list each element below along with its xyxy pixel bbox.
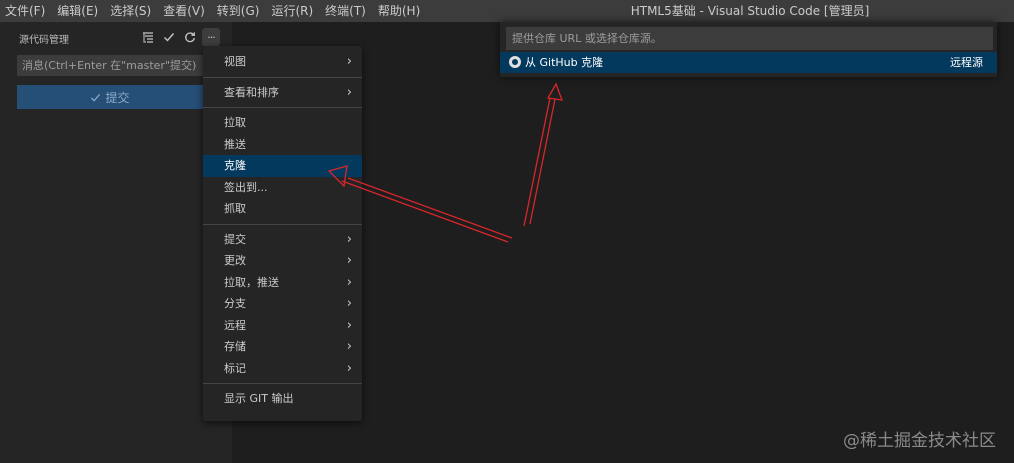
menu-item-label: 抓取 [224,202,246,215]
menu-item-label: 推送 [224,137,246,151]
chevron-right-icon: › [346,54,352,69]
quick-pick-item-clone-from-github[interactable]: 从 GitHub 克隆 远程源 [500,52,997,73]
menu-go[interactable]: 转到(G) [211,0,266,22]
commit-message-input[interactable]: 消息(Ctrl+Enter 在"master"提交) [17,55,203,76]
menu-item-label: 拉取，推送 [224,275,279,289]
menu-terminal[interactable]: 终端(T) [319,0,372,22]
menu-edit[interactable]: 编辑(E) [51,0,104,22]
chevron-right-icon: › [346,253,352,268]
clone-quick-pick: 提供仓库 URL 或选择仓库源。 从 GitHub 克隆 远程源 [500,22,997,77]
menu-item-view[interactable]: 视图 › [203,51,362,73]
more-actions-menu: 视图 › 查看和排序 › 拉取 推送 克隆 签出到... 抓取 提交 › 更改 … [203,46,362,421]
watermark: @稀土掘金技术社区 [843,431,996,451]
menu-separator [203,107,362,108]
menu-item-branch[interactable]: 分支 › [203,293,362,315]
menu-item-label: 拉取 [224,116,246,129]
menu-file[interactable]: 文件(F) [0,0,51,22]
chevron-right-icon: › [346,296,352,311]
commit-button[interactable]: 提交 [17,85,203,109]
menu-bar: 文件(F) 编辑(E) 选择(S) 查看(V) 转到(G) 运行(R) 终端(T… [0,0,426,22]
check-icon [91,93,101,102]
menu-item-label: 提交 [224,232,246,246]
github-icon [509,56,521,68]
menu-item-label: 视图 [224,55,246,68]
menu-item-label: 分支 [224,297,246,310]
menu-item-label: 更改 [224,254,246,267]
menu-item-view-sort[interactable]: 查看和排序 › [203,82,362,104]
chevron-right-icon: › [346,84,352,100]
chevron-right-icon: › [346,339,352,354]
menu-item-tags[interactable]: 标记 › [203,358,362,380]
menu-item-label: 存储 [224,340,246,353]
menu-item-stash[interactable]: 存储 › [203,336,362,358]
window-title: HTML5基础 - Visual Studio Code [管理员] [630,4,870,18]
chevron-right-icon: › [346,360,352,376]
menu-item-checkout[interactable]: 签出到... [203,177,362,199]
menu-item-label: 标记 [224,361,246,375]
menu-item-pull-push[interactable]: 拉取，推送 › [203,272,362,294]
menu-separator [203,223,362,225]
menu-item-label: 克隆 [224,159,246,172]
ellipsis-glyph: ··· [207,30,215,44]
repository-url-input[interactable]: 提供仓库 URL 或选择仓库源。 [506,27,993,50]
menu-item-label: 查看和排序 [224,85,279,99]
menu-item-show-git-output[interactable]: 显示 GIT 输出 [203,388,362,410]
source-control-sidebar: 源代码管理 ··· 消息(Ctrl+Enter 在"master"提交) 提交 [0,22,232,463]
title-bar: 文件(F) 编辑(E) 选择(S) 查看(V) 转到(G) 运行(R) 终端(T… [0,0,1014,22]
menu-selection[interactable]: 选择(S) [104,0,157,22]
ellipsis-icon[interactable]: ··· [202,28,220,46]
list-tree-icon[interactable] [139,28,157,46]
menu-item-label: 签出到... [224,180,268,194]
check-icon[interactable] [160,28,178,46]
refresh-icon[interactable] [181,28,199,46]
menu-item-remote[interactable]: 远程 › [203,315,362,337]
menu-item-clone[interactable]: 克隆 [203,155,362,177]
menu-item-push[interactable]: 推送 [203,134,362,156]
menu-separator [203,383,362,384]
chevron-right-icon: › [346,274,352,290]
menu-item-changes[interactable]: 更改 › [203,250,362,272]
annotation-arrow-to-github-item [523,82,563,227]
menu-item-commit[interactable]: 提交 › [203,229,362,251]
menu-item-label: 显示 GIT 输出 [224,392,294,405]
menu-item-fetch[interactable]: 抓取 [203,198,362,220]
menu-view[interactable]: 查看(V) [157,0,211,22]
sidebar-title: 源代码管理 [19,35,69,46]
menu-separator [203,76,362,78]
menu-item-label: 远程 [224,318,246,332]
chevron-right-icon: › [346,231,352,247]
menu-help[interactable]: 帮助(H) [372,0,426,22]
chevron-right-icon: › [346,317,352,333]
quick-pick-item-label: 从 GitHub 克隆 [525,56,604,69]
quick-pick-item-description: 远程源 [950,56,983,69]
commit-button-label: 提交 [105,90,130,105]
menu-run[interactable]: 运行(R) [265,0,319,22]
menu-item-pull[interactable]: 拉取 [203,112,362,134]
